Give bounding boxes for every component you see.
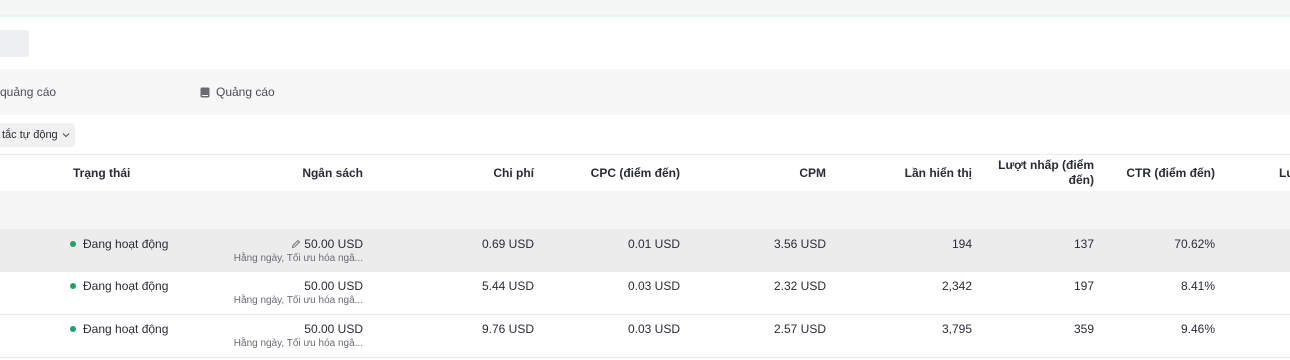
chevron-down-icon bbox=[62, 132, 70, 138]
status-text: Đang hoạt động bbox=[83, 322, 169, 336]
top-strip bbox=[0, 0, 1290, 17]
col-budget[interactable]: Ngân sách bbox=[302, 166, 363, 181]
budget-value: 50.00 USD bbox=[304, 237, 363, 251]
toolbar-chip[interactable] bbox=[0, 30, 29, 57]
budget-subtext: Hằng ngày, Tối ưu hóa ngâ... bbox=[233, 295, 363, 306]
budget-cell: 50.00 USD Hằng ngày, Tối ưu hóa ngâ... bbox=[193, 322, 363, 352]
clicks-cell: 359 bbox=[1073, 322, 1094, 336]
tab-campaign[interactable]: quảng cáo bbox=[0, 69, 56, 115]
cpm-cell: 2.57 USD bbox=[773, 322, 826, 336]
status-dot bbox=[70, 241, 76, 247]
cpc-cell: 0.01 USD bbox=[627, 237, 680, 251]
tab-ad-label: Quảng cáo bbox=[216, 85, 275, 99]
tab-campaign-label: quảng cáo bbox=[0, 85, 57, 99]
table-row[interactable]: Đang hoạt động 50.00 USD Hằng ngày, Tối … bbox=[0, 315, 1290, 358]
status-cell: Đang hoạt động bbox=[70, 322, 168, 336]
status-text: Đang hoạt động bbox=[83, 279, 169, 293]
budget-subtext: Hằng ngày, Tối ưu hóa ngâ... bbox=[233, 253, 363, 264]
col-clicks-line2: đến) bbox=[1068, 173, 1094, 187]
cost-cell: 0.69 USD bbox=[481, 237, 534, 251]
impressions-cell: 2,342 bbox=[941, 279, 972, 293]
summary-row bbox=[0, 191, 1290, 229]
cost-cell: 9.76 USD bbox=[481, 322, 534, 336]
col-clicks[interactable]: Lượt nhấp (điểm đến) bbox=[998, 158, 1094, 188]
status-text: Đang hoạt động bbox=[83, 237, 169, 251]
clicks-cell: 197 bbox=[1073, 279, 1094, 293]
col-clicks-line1: Lượt nhấp (điểm bbox=[998, 158, 1094, 172]
col-ctr[interactable]: CTR (điểm đến) bbox=[1126, 166, 1215, 181]
budget-value: 50.00 USD bbox=[304, 322, 363, 336]
impressions-cell: 194 bbox=[951, 237, 972, 251]
table-header: Trạng thái Ngân sách Chi phí CPC (điểm đ… bbox=[0, 154, 1290, 191]
ctr-cell: 9.46% bbox=[1180, 322, 1215, 336]
status-cell: Đang hoạt động bbox=[70, 279, 168, 293]
budget-value: 50.00 USD bbox=[304, 279, 363, 293]
status-dot bbox=[70, 283, 76, 289]
col-cpc[interactable]: CPC (điểm đến) bbox=[591, 166, 680, 181]
col-impressions[interactable]: Lần hiển thị bbox=[905, 166, 972, 181]
filter-label: tắc tự động bbox=[2, 129, 58, 141]
cpc-cell: 0.03 USD bbox=[627, 279, 680, 293]
col-next[interactable]: Lu bbox=[1279, 166, 1290, 181]
level-tabs: quảng cáo Quảng cáo bbox=[0, 69, 1290, 115]
row-divider bbox=[0, 357, 1290, 358]
cpm-cell: 3.56 USD bbox=[773, 237, 826, 251]
ctr-cell: 70.62% bbox=[1174, 237, 1215, 251]
status-dot bbox=[70, 326, 76, 332]
cpc-cell: 0.03 USD bbox=[627, 322, 680, 336]
cpm-cell: 2.32 USD bbox=[773, 279, 826, 293]
budget-cell: 50.00 USD Hằng ngày, Tối ưu hóa ngâ... bbox=[193, 279, 363, 309]
status-cell: Đang hoạt động bbox=[70, 237, 168, 251]
document-icon bbox=[200, 87, 210, 98]
impressions-cell: 3,795 bbox=[941, 322, 972, 336]
col-status[interactable]: Trạng thái bbox=[73, 166, 130, 181]
table-row[interactable]: Đang hoạt động 50.00 USD Hằng ngày, Tối … bbox=[0, 272, 1290, 315]
clicks-cell: 137 bbox=[1073, 237, 1094, 251]
budget-subtext: Hằng ngày, Tối ưu hóa ngâ... bbox=[233, 338, 363, 349]
auto-rule-filter-button[interactable]: tắc tự động bbox=[0, 123, 75, 147]
cost-cell: 5.44 USD bbox=[481, 279, 534, 293]
tab-ad[interactable]: Quảng cáo bbox=[200, 69, 275, 115]
pencil-icon[interactable] bbox=[291, 239, 301, 249]
col-cpm[interactable]: CPM bbox=[799, 166, 826, 181]
budget-cell: 50.00 USD Hằng ngày, Tối ưu hóa ngâ... bbox=[193, 237, 363, 267]
table-row[interactable]: Đang hoạt động 50.00 USD Hằng ngày, Tối … bbox=[0, 229, 1290, 272]
col-cost[interactable]: Chi phí bbox=[493, 166, 534, 181]
ctr-cell: 8.41% bbox=[1180, 279, 1215, 293]
